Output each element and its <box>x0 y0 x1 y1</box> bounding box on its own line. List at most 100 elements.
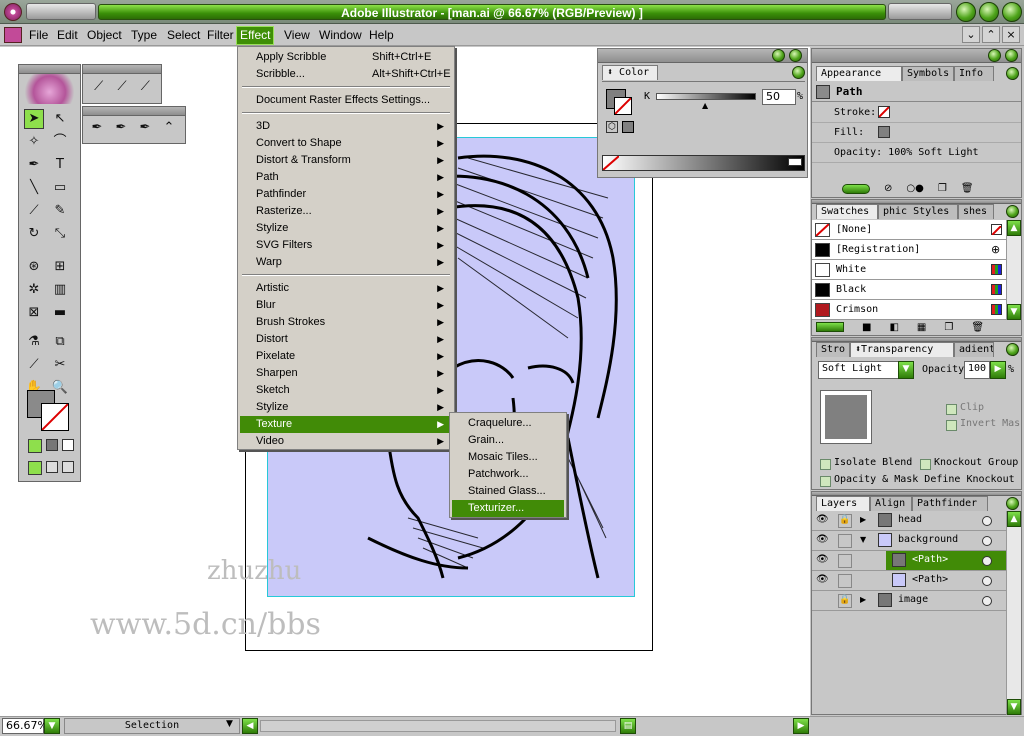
layer-row[interactable]: 👁 <Path> <box>812 551 1006 571</box>
stroke-row[interactable]: Stroke: <box>812 103 1021 123</box>
effect-menu-item-sketch[interactable]: Sketch ▶ <box>240 382 452 399</box>
appearance-panel-header[interactable] <box>812 49 1021 63</box>
out-of-gamut-icon[interactable]: ⬡ <box>606 121 618 133</box>
target-circle-icon[interactable] <box>982 536 992 546</box>
zoom-field[interactable]: 66.67% <box>2 718 48 734</box>
gradient-mode-icon[interactable] <box>46 439 58 451</box>
color-panel-header[interactable] <box>598 49 807 63</box>
menu-filter[interactable]: Filter <box>204 27 237 44</box>
texture-menu-item-texturizer[interactable]: Texturizer... <box>452 500 564 517</box>
layer-item-body[interactable]: <Path> <box>886 571 1006 590</box>
panel-minimize-icon[interactable] <box>772 49 785 62</box>
fill-row[interactable]: Fill: <box>812 123 1021 143</box>
convert-anchor-icon[interactable]: ⌃ <box>159 118 179 138</box>
delete-swatch-icon[interactable]: 🗑 <box>971 322 984 333</box>
menu-view[interactable]: View <box>281 27 313 44</box>
effect-menu-item-blur[interactable]: Blur ▶ <box>240 297 452 314</box>
minimize-icon[interactable] <box>956 2 976 22</box>
effect-menu-item-video[interactable]: Video ▶ <box>240 433 452 450</box>
tab-swatches[interactable]: Swatches <box>816 204 878 219</box>
tab-color[interactable]: ⬍ Color <box>602 65 658 80</box>
standard-screen-icon[interactable] <box>28 461 42 475</box>
appearance-menu-icon[interactable] <box>1006 67 1019 80</box>
app-icon[interactable] <box>4 3 22 21</box>
opacity-row[interactable]: Opacity: 100% Soft Light <box>812 143 1021 163</box>
swatches-scrollbar[interactable]: ▲ ▼ <box>1006 220 1021 320</box>
texture-menu-item-mosaic-tiles[interactable]: Mosaic Tiles... <box>452 449 564 466</box>
status-mode[interactable]: Selection <box>64 718 240 734</box>
clear-appearance-icon[interactable]: ⊘ <box>884 183 892 194</box>
texture-menu-item-stained-glass[interactable]: Stained Glass... <box>452 483 564 500</box>
effect-menu-item-3d[interactable]: 3D ▶ <box>240 118 452 135</box>
panel-close-icon[interactable] <box>1005 49 1018 62</box>
isolate-blend-checkbox[interactable] <box>820 459 831 470</box>
scroll-down-icon[interactable]: ▼ <box>1007 304 1021 320</box>
tab-transparency[interactable]: ⬍Transparency <box>850 342 954 357</box>
web-safe-swatch[interactable] <box>622 121 634 133</box>
tab-graphic-styles[interactable]: phic Styles <box>878 204 958 219</box>
effect-menu-item-svg-filters[interactable]: SVG Filters ▶ <box>240 237 452 254</box>
delete-item-icon[interactable]: 🗑 <box>961 183 974 194</box>
color-mode-icon[interactable] <box>28 439 42 453</box>
zoom-dropdown-icon[interactable]: ▼ <box>44 718 60 734</box>
color-stroke-swatch[interactable] <box>614 97 632 115</box>
tab-stroke[interactable]: Stro <box>816 342 850 357</box>
duplicate-item-icon[interactable]: ❐ <box>938 183 947 194</box>
swatch-row[interactable]: Black <box>812 280 1006 300</box>
none-mode-icon[interactable] <box>62 439 74 451</box>
menu-window[interactable]: Window <box>316 27 365 44</box>
menu-type[interactable]: Type <box>128 27 160 44</box>
menu-effect[interactable]: Effect <box>235 26 275 45</box>
reduce-basic-icon[interactable]: ○● <box>906 183 923 194</box>
visibility-eye-icon[interactable]: 👁 <box>816 554 829 565</box>
swatch-row[interactable]: [None] <box>812 220 1006 240</box>
effect-menu-item-warp[interactable]: Warp ▶ <box>240 254 452 271</box>
slice-tool-icon[interactable]: ⟋ <box>24 355 44 375</box>
layer-item-body[interactable]: head <box>872 511 1006 530</box>
effect-menu-item-distort-transform[interactable]: Distort & Transform ▶ <box>240 152 452 169</box>
show-color-icon[interactable]: ■ <box>862 322 871 333</box>
doc-minimize-icon[interactable]: ⌄ <box>962 26 980 43</box>
menu-file[interactable]: File <box>26 27 51 44</box>
transparency-menu-icon[interactable] <box>1006 343 1019 356</box>
k-slider[interactable] <box>656 93 756 100</box>
paintbrush-tool-icon[interactable]: ⟋ <box>24 201 44 221</box>
k-slider-thumb[interactable]: ▲ <box>702 101 708 110</box>
swatch-row[interactable]: White <box>812 260 1006 280</box>
tab-brushes[interactable]: shes <box>958 204 994 219</box>
opacity-mask-checkbox[interactable] <box>820 476 831 487</box>
visibility-eye-icon[interactable]: 👁 <box>816 534 829 545</box>
pencil-icon[interactable]: ⟋ <box>112 77 131 97</box>
menu-select[interactable]: Select <box>164 27 203 44</box>
effect-menu-item-pixelate[interactable]: Pixelate ▶ <box>240 348 452 365</box>
direct-select-tool-icon[interactable]: ↖ <box>50 109 70 129</box>
effect-menu-item-stylize[interactable]: Stylize ▶ <box>240 220 452 237</box>
free-transform-tool-icon[interactable]: ⊞ <box>50 257 70 277</box>
eyedropper-tool-icon[interactable]: ⚗ <box>24 332 44 352</box>
knockout-group-checkbox[interactable] <box>920 459 931 470</box>
effect-menu-item-document-raster-effects-settings[interactable]: Document Raster Effects Settings... <box>240 92 452 109</box>
scroll-up-icon[interactable]: ▲ <box>1007 511 1021 527</box>
magic-wand-tool-icon[interactable]: ✧ <box>24 132 44 152</box>
pen-tool-icon[interactable]: ✒ <box>24 155 44 175</box>
new-art-toggle-icon[interactable] <box>842 183 870 194</box>
warp-tool-icon[interactable]: ⊛ <box>24 257 44 277</box>
lock-toggle-icon[interactable]: 🔒 <box>838 514 852 528</box>
lasso-tool-icon[interactable]: ⌒ <box>50 132 70 152</box>
panel-minimize-icon[interactable] <box>988 49 1001 62</box>
panel-close-icon[interactable] <box>789 49 802 62</box>
lock-toggle-icon[interactable] <box>838 534 852 548</box>
expand-triangle-icon[interactable]: ▼ <box>860 535 866 544</box>
opacity-field[interactable]: 100 <box>964 361 990 379</box>
blend-tool-icon[interactable]: ⧉ <box>50 332 70 352</box>
pen-icon[interactable]: ✒ <box>87 118 107 138</box>
tab-appearance[interactable]: Appearance <box>816 66 902 81</box>
tab-layers[interactable]: Layers <box>816 496 870 511</box>
visibility-eye-icon[interactable]: 👁 <box>816 514 829 525</box>
tab-symbols[interactable]: Symbols <box>902 66 954 81</box>
layer-row[interactable]: 👁 🔒 ▶ head <box>812 511 1006 531</box>
effect-menu-item-brush-strokes[interactable]: Brush Strokes ▶ <box>240 314 452 331</box>
menu-edit[interactable]: Edit <box>54 27 81 44</box>
opacity-stepper-icon[interactable]: ▶ <box>990 361 1006 379</box>
effect-menu-item-artistic[interactable]: Artistic ▶ <box>240 280 452 297</box>
